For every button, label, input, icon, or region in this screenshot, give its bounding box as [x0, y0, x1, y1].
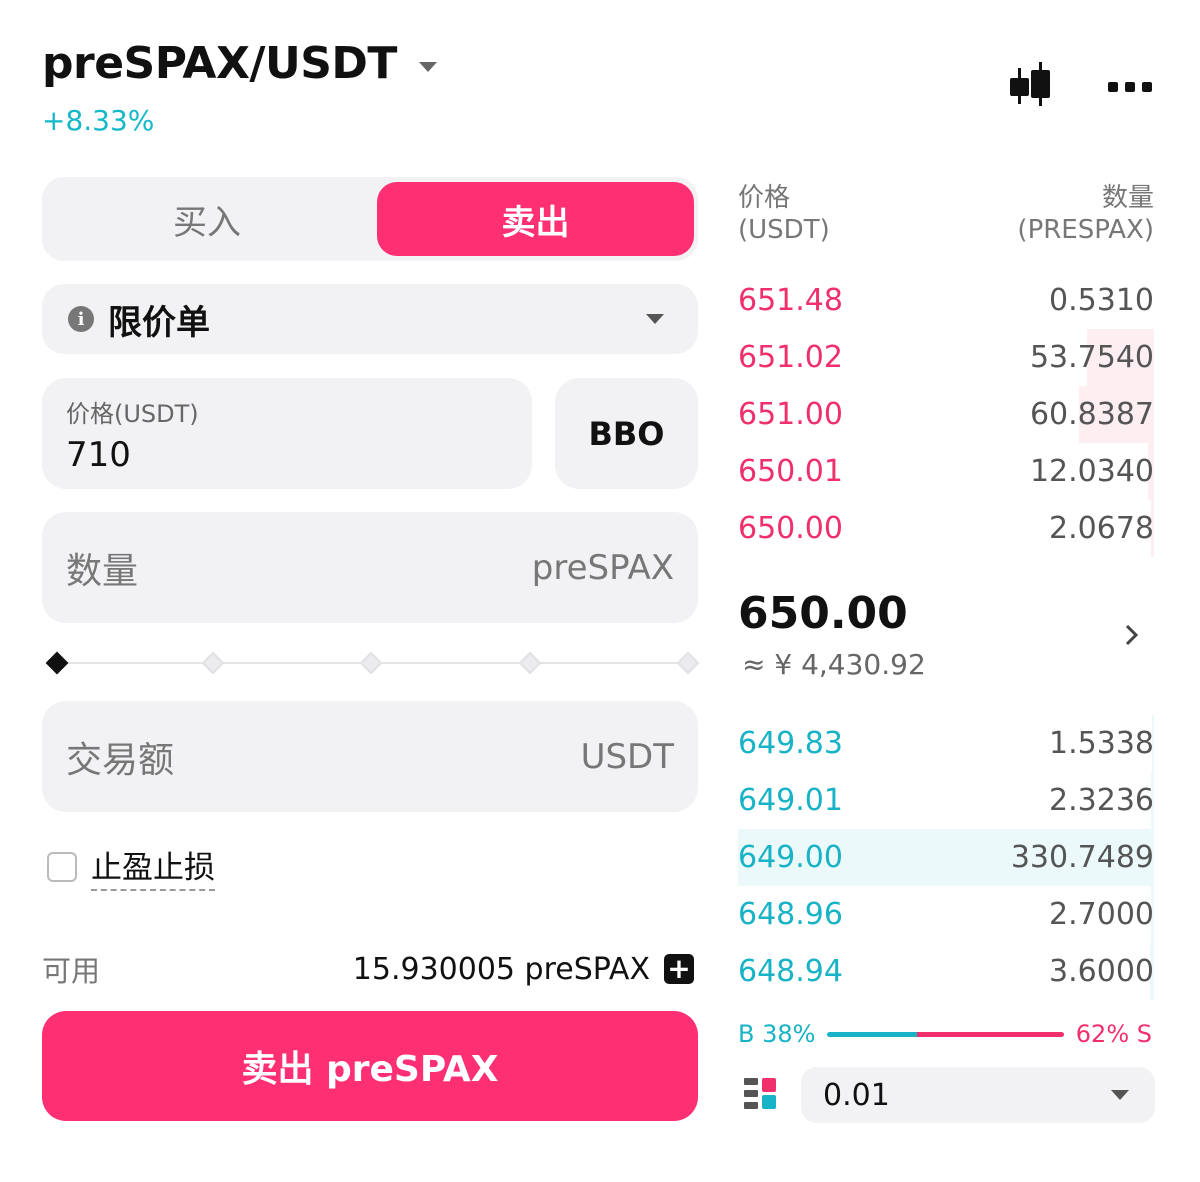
- slider-step-25[interactable]: [201, 651, 225, 675]
- orderbook-price-unit: (USDT): [738, 215, 830, 245]
- slider-step-0[interactable]: [45, 651, 69, 675]
- ask-price: 651.48: [738, 283, 843, 318]
- ask-row[interactable]: 651.48 0.5310: [738, 272, 1154, 329]
- bid-price: 649.83: [738, 726, 843, 761]
- last-price: 650.00: [738, 588, 908, 639]
- side-tabs: 买入 卖出: [42, 177, 698, 261]
- bid-price: 648.96: [738, 897, 843, 932]
- ask-price: 650.01: [738, 454, 843, 489]
- ask-price: 651.00: [738, 397, 843, 432]
- ask-qty: 60.8387: [1029, 397, 1154, 432]
- bid-row[interactable]: 649.00 330.7489: [738, 829, 1154, 886]
- ask-qty: 2.0678: [1049, 511, 1154, 546]
- caret-down-icon: [418, 61, 437, 72]
- available-balance: 可用 15.930005 preSPAX +: [42, 948, 694, 990]
- quantity-unit: preSPAX: [531, 547, 674, 588]
- bid-qty: 2.3236: [1049, 783, 1154, 818]
- ask-row[interactable]: 650.00 2.0678: [738, 500, 1154, 557]
- price-label: 价格(USDT): [66, 400, 199, 428]
- candlestick-chart-icon[interactable]: [1008, 62, 1052, 112]
- amount-unit: USDT: [580, 736, 674, 777]
- bid-price: 649.00: [738, 840, 843, 875]
- quantity-slider[interactable]: [45, 651, 700, 675]
- ratio-bar: [827, 1031, 1064, 1037]
- ask-row[interactable]: 651.00 60.8387: [738, 386, 1154, 443]
- bid-row[interactable]: 649.83 1.5338: [738, 715, 1154, 772]
- ask-row[interactable]: 651.02 53.7540: [738, 329, 1154, 386]
- precision-select[interactable]: 0.01: [801, 1067, 1155, 1123]
- bid-row[interactable]: 648.94 3.6000: [738, 943, 1154, 1000]
- bid-row[interactable]: 649.01 2.3236: [738, 772, 1154, 829]
- slider-step-50[interactable]: [359, 651, 383, 675]
- buy-ratio-fill: [827, 1031, 918, 1037]
- pair-title: preSPAX/USDT: [42, 38, 397, 89]
- sell-submit-button[interactable]: 卖出 preSPAX: [42, 1011, 698, 1121]
- amount-placeholder: 交易额: [66, 739, 175, 781]
- orderbook-qty-label: 数量: [1101, 183, 1154, 213]
- amount-input[interactable]: 交易额 USDT: [42, 701, 698, 812]
- info-icon[interactable]: i: [68, 306, 94, 332]
- bid-qty: 2.7000: [1049, 897, 1154, 932]
- sell-ratio-fill: [917, 1031, 1064, 1037]
- price-change: +8.33%: [42, 104, 155, 137]
- tpsl-checkbox[interactable]: [47, 851, 77, 882]
- sell-ratio-label: 62% S: [1075, 1020, 1152, 1048]
- orderbook-price-label: 价格: [738, 183, 791, 213]
- slider-step-75[interactable]: [518, 651, 542, 675]
- buy-ratio-label: B 38%: [738, 1020, 816, 1048]
- bbo-button[interactable]: BBO: [555, 378, 698, 489]
- price-input[interactable]: 价格(USDT) 710: [42, 378, 532, 489]
- orderbook-layout-icon[interactable]: [744, 1078, 776, 1114]
- chevron-right-icon[interactable]: [1124, 622, 1140, 652]
- ask-qty: 53.7540: [1029, 340, 1154, 375]
- tpsl-label[interactable]: 止盈止损: [91, 842, 215, 891]
- quantity-placeholder: 数量: [66, 550, 139, 592]
- caret-down-icon: [1111, 1090, 1129, 1100]
- more-icon[interactable]: [1108, 78, 1152, 97]
- bid-qty: 1.5338: [1049, 726, 1154, 761]
- bid-qty: 3.6000: [1049, 954, 1154, 989]
- buy-sell-ratio: B 38% 62% S: [738, 1018, 1152, 1050]
- order-type-select[interactable]: i 限价单: [42, 284, 698, 354]
- orderbook-header: 价格 (USDT) 数量 (PRESPAX): [738, 182, 1154, 246]
- available-label: 可用: [42, 954, 101, 988]
- bid-price: 649.01: [738, 783, 843, 818]
- quantity-input[interactable]: 数量 preSPAX: [42, 512, 698, 623]
- ask-price: 651.02: [738, 340, 843, 375]
- ask-qty: 0.5310: [1049, 283, 1154, 318]
- fiat-price: ≈ ¥ 4,430.92: [742, 648, 926, 681]
- bid-row[interactable]: 648.96 2.7000: [738, 886, 1154, 943]
- plus-icon[interactable]: +: [664, 954, 694, 984]
- tpsl-toggle[interactable]: 止盈止损: [47, 842, 215, 891]
- orderbook-qty-unit: (PRESPAX): [1017, 215, 1154, 245]
- caret-down-icon: [646, 314, 664, 324]
- bid-price: 648.94: [738, 954, 843, 989]
- bid-qty: 330.7489: [1010, 840, 1154, 875]
- pair-selector[interactable]: preSPAX/USDT: [42, 38, 437, 89]
- price-value[interactable]: 710: [66, 435, 532, 475]
- available-value: 15.930005 preSPAX: [352, 951, 650, 987]
- slider-step-100[interactable]: [676, 651, 700, 675]
- ask-row[interactable]: 650.01 12.0340: [738, 443, 1154, 500]
- precision-value: 0.01: [823, 1077, 890, 1113]
- order-type-label: 限价单: [108, 302, 210, 343]
- ask-price: 650.00: [738, 511, 843, 546]
- ask-qty: 12.0340: [1029, 454, 1154, 489]
- tab-sell[interactable]: 卖出: [377, 182, 694, 256]
- tab-buy[interactable]: 买入: [42, 177, 372, 261]
